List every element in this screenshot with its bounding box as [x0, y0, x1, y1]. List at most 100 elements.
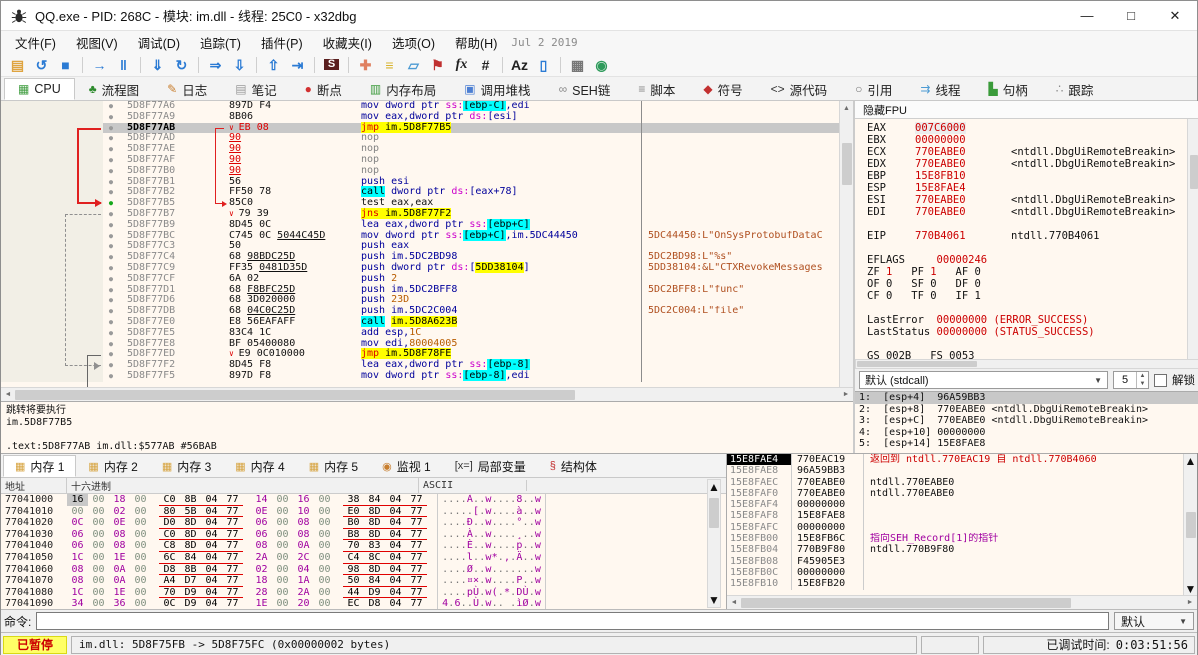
tab-trace[interactable]: ∴ 跟踪: [1042, 78, 1108, 100]
argument-row[interactable]: 2: [esp+8] 770EABE0 <ntdll.DbgUiRemoteBr…: [855, 404, 1198, 416]
register-row[interactable]: LastStatus 00000000 (STATUS_SUCCESS): [867, 326, 1198, 338]
instruction-dot[interactable]: ●: [103, 122, 119, 134]
dump-row[interactable]: 77041010 00 00 02 00 80 5B 04 77 0E 00 10 00 E0 8D 04 77…: [1, 505, 726, 518]
instruction-dot[interactable]: ●: [103, 328, 119, 339]
registers-hscrollbar[interactable]: [855, 359, 1198, 369]
tab-breakpoints[interactable]: ● 断点: [291, 78, 356, 100]
tab-graph[interactable]: ♣ 流程图: [75, 78, 153, 100]
instruction-dot[interactable]: ●: [103, 360, 119, 371]
arguments-view[interactable]: 1: [esp+4] 96A59BB3 2: [esp+8] 770EABE0 <…: [855, 391, 1198, 453]
dump-row[interactable]: 77041070 08 00 0A 00 A4 D7 04 77 18 00 1A 00 50 84 04 77…: [1, 575, 726, 587]
register-row[interactable]: EDX 770EABE0 <ntdll.DbgUiRemoteBreakin>: [867, 158, 1198, 170]
dump-row[interactable]: 77041040 06 00 08 00 C8 8D 04 77 08 00 0A 00 70 83 04 77…: [1, 540, 726, 552]
unlock-checkbox[interactable]: [1154, 373, 1167, 387]
dump-row[interactable]: 77041060 08 00 0A 00 D8 8B 04 77 02 00 04 00 98 8D 04 77…: [1, 563, 726, 576]
step-over-icon[interactable]: ↻: [170, 54, 193, 75]
instruction-dot[interactable]: ●: [103, 231, 119, 242]
tab-script[interactable]: ≡ 脚本: [624, 78, 689, 100]
menu-item-5[interactable]: 插件(P): [251, 31, 313, 54]
mem-tab-5[interactable]: ▦ 内存 5: [297, 455, 370, 477]
registers-vscrollbar[interactable]: [1187, 119, 1198, 359]
hash-icon[interactable]: #: [474, 54, 497, 75]
stack-rows[interactable]: 15E8FAE4 770EAC19 返回到 ntdll.770EAC19 自 ntd…: [727, 454, 1197, 595]
dump-vscrollbar[interactable]: ▲ ▼: [707, 479, 721, 608]
instruction-dot[interactable]: ●: [103, 285, 119, 296]
stack-row[interactable]: 15E8FAE8 96A59BB3: [727, 465, 1183, 477]
instruction-dot[interactable]: ●: [103, 274, 119, 285]
argument-row[interactable]: 4: [esp+10] 00000000: [855, 427, 1198, 439]
stack-row[interactable]: 15E8FAEC 770EABE0 ntdll.770EABE0: [727, 476, 1183, 488]
scroll-down-icon[interactable]: ▼: [1185, 582, 1197, 596]
stack-row[interactable]: 15E8FAF4 00000000: [727, 499, 1183, 511]
register-row[interactable]: [867, 338, 1198, 350]
tab-notes[interactable]: ▤ 笔记: [221, 78, 290, 100]
mem-tab-4[interactable]: ▦ 内存 4: [223, 455, 296, 477]
disassembly-vscrollbar[interactable]: ▲: [839, 101, 853, 387]
instruction-dot[interactable]: ●: [103, 177, 119, 188]
instruction-dot[interactable]: ●: [103, 339, 119, 350]
run-to-user-code-icon[interactable]: ⇒: [204, 54, 227, 75]
instruction-dot[interactable]: ●: [103, 112, 119, 123]
instruction-dot[interactable]: ●: [103, 263, 119, 274]
close-button[interactable]: ✕: [1153, 1, 1197, 31]
tab-symbols[interactable]: ◆ 符号: [689, 78, 756, 100]
restart-icon[interactable]: ↺: [30, 54, 53, 75]
scroll-thumb[interactable]: [709, 498, 719, 528]
scroll-left-icon[interactable]: ◄: [727, 596, 741, 610]
step-until-return-icon[interactable]: ⇩: [228, 54, 251, 75]
stack-row[interactable]: 15E8FB08 F45905E3: [727, 555, 1183, 567]
register-row[interactable]: ZF 1 PF 1 AF 0: [867, 266, 1198, 278]
seh-icon[interactable]: S: [320, 54, 343, 75]
command-mode-select[interactable]: 默认 ▼: [1114, 612, 1194, 630]
register-row[interactable]: LastError 00000000 (ERROR_SUCCESS): [867, 314, 1198, 326]
stack-hscrollbar[interactable]: ◄ ►: [727, 595, 1197, 609]
scroll-thumb[interactable]: [1185, 512, 1196, 538]
registers-view[interactable]: EAX 007C6000 EBX 00000000 ECX 770EABE0 <ntdll.…: [855, 119, 1198, 359]
globe-icon[interactable]: ◉: [590, 54, 613, 75]
dump-row[interactable]: 77041090 34 00 36 00 0C D9 04 77 1E 00 20 00 EC D8 04 77…: [1, 598, 726, 609]
stepper-down-icon[interactable]: ▼: [1137, 380, 1148, 388]
menu-item-1[interactable]: 文件(F): [5, 31, 66, 54]
instruction-dot[interactable]: ●: [103, 349, 119, 360]
calculator-icon[interactable]: ▦: [566, 54, 589, 75]
register-row[interactable]: EDI 770EABE0 <ntdll.DbgUiRemoteBreakin>: [867, 206, 1198, 218]
register-row[interactable]: GS 002B FS 0053: [867, 350, 1198, 359]
step-out-icon[interactable]: ⇧: [262, 54, 285, 75]
menu-item-3[interactable]: 调试(D): [128, 31, 190, 54]
instruction-dot[interactable]: ●: [103, 166, 119, 177]
command-input[interactable]: [36, 612, 1109, 630]
labels-icon[interactable]: ▱: [402, 54, 425, 75]
instruction-dot[interactable]: ●: [103, 133, 119, 144]
scroll-thumb[interactable]: [857, 361, 977, 367]
stop-icon[interactable]: ■: [54, 54, 77, 75]
stack-row[interactable]: 15E8FAF8 15E8FAE8: [727, 510, 1183, 522]
instruction-dot[interactable]: ●: [103, 220, 119, 231]
scroll-left-icon[interactable]: ◄: [1, 388, 15, 402]
instruction-dot[interactable]: ●: [103, 187, 119, 198]
minimize-button[interactable]: —: [1065, 1, 1109, 31]
disasm-row[interactable]: ● 5D8F77A9 8B06 mov eax,dword ptr ds:[esi]: [1, 111, 839, 123]
scroll-up-icon[interactable]: ▲: [840, 101, 854, 115]
tab-memory-map[interactable]: ▥ 内存布局: [356, 78, 450, 100]
mem-tab-3[interactable]: ▦ 内存 3: [150, 455, 223, 477]
struct-tab[interactable]: § 结构体: [538, 455, 609, 477]
instruction-dot[interactable]: ●: [103, 155, 119, 166]
scroll-thumb[interactable]: [15, 389, 575, 400]
instruction-dot[interactable]: ●: [103, 306, 119, 317]
dump-row[interactable]: 77041020 0C 00 0E 00 D0 8D 04 77 06 00 08 00 B0 8D 04 77…: [1, 517, 726, 529]
run-icon[interactable]: →: [88, 54, 111, 75]
functions-icon[interactable]: fx: [450, 54, 473, 75]
register-row[interactable]: EBX 00000000: [867, 134, 1198, 146]
patch-icon[interactable]: ✚: [354, 54, 377, 75]
tab-handles[interactable]: ▙ 句柄: [974, 78, 1041, 100]
register-row[interactable]: EFLAGS 00000246: [867, 254, 1198, 266]
register-row[interactable]: CF 0 TF 0 IF 1: [867, 290, 1198, 302]
instruction-dot[interactable]: ●: [103, 295, 119, 306]
register-row[interactable]: EAX 007C6000: [867, 122, 1198, 134]
disassembly-hscrollbar[interactable]: ◄ ►: [1, 387, 853, 401]
dump-row[interactable]: 77041050 1C 00 1E 00 6C 84 04 77 2A 00 2C 00 C4 8C 04 77…: [1, 551, 726, 564]
comments-icon[interactable]: ≡: [378, 54, 401, 75]
register-row[interactable]: ECX 770EABE0 <ntdll.DbgUiRemoteBreakin>: [867, 146, 1198, 158]
dump-rows[interactable]: 77041000 16 00 18 00 C0 8B 04 77 14 00 16 00 38 84 04 77…: [1, 494, 726, 609]
mem-tab-2[interactable]: ▦ 内存 2: [76, 455, 149, 477]
